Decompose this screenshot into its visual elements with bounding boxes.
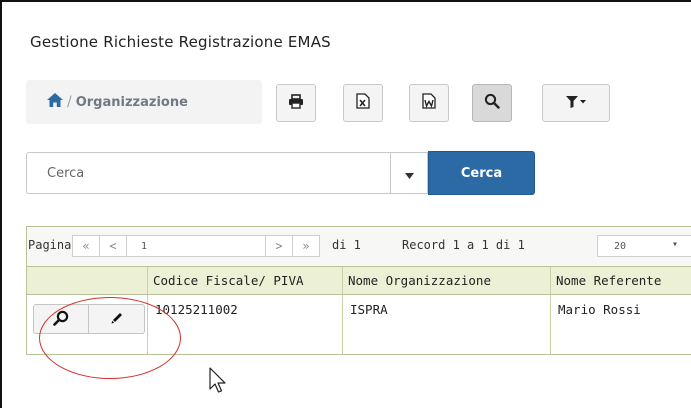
- print-button[interactable]: [276, 84, 316, 122]
- pager-bar: Pagina « < 1 > » di 1 Record 1 a 1 di 1 …: [27, 227, 691, 267]
- next-page-button[interactable]: >: [265, 235, 293, 257]
- table-row[interactable]: 10125211002 ISPRA Mario Rossi: [27, 295, 691, 354]
- cell-nome-organizzazione: ISPRA: [343, 295, 551, 354]
- filter-button[interactable]: [542, 84, 610, 122]
- column-header-nome-organizzazione[interactable]: Nome Organizzazione: [343, 267, 551, 294]
- results-grid: Pagina « < 1 > » di 1 Record 1 a 1 di 1 …: [26, 226, 691, 355]
- page-number-input[interactable]: 1: [126, 235, 266, 257]
- magnifier-icon: [53, 310, 69, 329]
- grid-header: Codice Fiscale/ PIVA Nome Organizzazione…: [27, 267, 691, 295]
- search-icon: [484, 93, 500, 113]
- filter-icon: [565, 94, 587, 113]
- cell-nome-referente: Mario Rossi: [558, 302, 641, 317]
- home-icon[interactable]: [46, 92, 64, 112]
- pencil-icon: [110, 311, 124, 328]
- breadcrumb-separator: /: [67, 94, 72, 110]
- print-icon: [288, 93, 304, 113]
- search-toggle-button[interactable]: [472, 84, 512, 122]
- cell-codice-fiscale: 10125211002: [148, 295, 343, 354]
- export-excel-button[interactable]: [343, 84, 383, 122]
- search-input[interactable]: Cerca: [26, 152, 390, 194]
- mouse-cursor-icon: [209, 367, 227, 399]
- edit-record-button[interactable]: [89, 304, 145, 334]
- prev-page-button[interactable]: <: [99, 235, 127, 257]
- search-button[interactable]: Cerca: [428, 151, 535, 195]
- excel-icon: [356, 93, 370, 113]
- page-size-caret-icon: ▾: [672, 239, 679, 250]
- column-header-nome-referente[interactable]: Nome Referente: [551, 267, 691, 294]
- view-record-button[interactable]: [33, 304, 89, 334]
- search-dropdown-toggle[interactable]: [390, 152, 428, 194]
- breadcrumb: / Organizzazione: [26, 80, 262, 124]
- page-size-value: 20: [614, 240, 627, 252]
- row-actions-cell: [27, 295, 148, 354]
- last-page-button[interactable]: »: [292, 235, 320, 257]
- page-size-select[interactable]: 20 ▾: [597, 235, 691, 257]
- word-icon: [422, 93, 436, 113]
- record-count: Record 1 a 1 di 1: [402, 238, 525, 252]
- column-header-codice-fiscale[interactable]: Codice Fiscale/ PIVA: [148, 267, 343, 294]
- first-page-button[interactable]: «: [72, 235, 100, 257]
- export-word-button[interactable]: [409, 84, 449, 122]
- caret-down-icon: [404, 164, 414, 183]
- pager-label: Pagina: [28, 238, 72, 252]
- page-title: Gestione Richieste Registrazione EMAS: [30, 33, 331, 51]
- breadcrumb-current[interactable]: Organizzazione: [76, 95, 188, 110]
- actions-column-header: [27, 267, 148, 294]
- page-count: di 1: [332, 238, 361, 252]
